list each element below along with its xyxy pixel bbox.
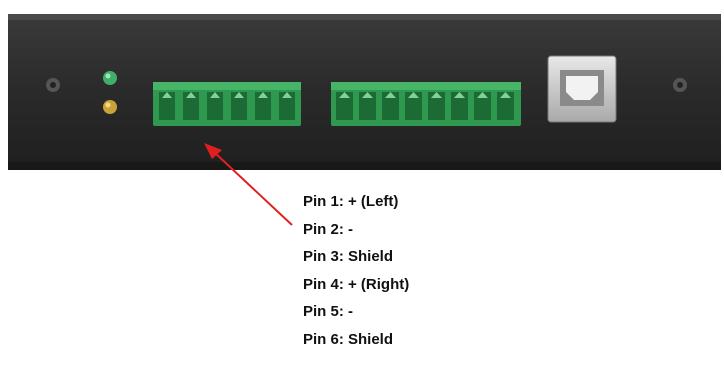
pin-label-4: Pin 4: + (Right) [303, 275, 410, 293]
led-icon-green [103, 71, 117, 85]
panel-top-edge [8, 14, 721, 20]
pin-label-3: Pin 3: Shield [303, 248, 394, 266]
usb-b-port-icon [547, 55, 617, 123]
terminal-block-icon-8pin [331, 82, 521, 126]
pin-label-6: Pin 6: Shield [303, 330, 394, 348]
pin-label-2: Pin 2: - [303, 220, 354, 238]
screw-icon-right [673, 78, 687, 92]
pin-list: Pin 1: + (Left) Pin 2: - Pin 3: Shield P… [303, 188, 409, 354]
terminal-block-icon-6pin [153, 82, 301, 126]
led-icon-amber [103, 100, 117, 114]
screw-icon-left [46, 78, 60, 92]
device-photo [8, 14, 721, 170]
pin-label-1: Pin 1: + (Left) [303, 193, 399, 210]
pin-label-5: Pin 5: - [303, 303, 354, 321]
panel-bottom-edge [8, 162, 721, 170]
